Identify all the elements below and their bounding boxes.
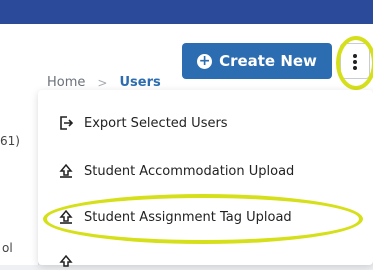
menu-item-label: Student Accommodation Upload xyxy=(84,163,295,179)
menu-item-label: Export Selected Users xyxy=(84,115,228,131)
highlight-circle-annotation xyxy=(336,36,373,90)
menu-item-student-accommodation-upload[interactable]: Student Accommodation Upload xyxy=(58,163,294,179)
user-list-fragment: 61) ol xyxy=(0,100,39,265)
create-new-label: Create New xyxy=(219,52,317,70)
breadcrumb-users-link[interactable]: Users xyxy=(119,75,160,90)
create-new-button[interactable]: + Create New xyxy=(182,43,332,79)
cut-text-fragment: ol xyxy=(2,241,13,255)
menu-item-export-selected-users[interactable]: Export Selected Users xyxy=(58,115,228,131)
highlight-ellipse-annotation xyxy=(43,194,363,244)
plus-circle-icon: + xyxy=(197,52,213,69)
breadcrumb: Home > Users xyxy=(47,75,161,90)
upload-icon xyxy=(59,163,73,178)
menu-item-partial[interactable] xyxy=(58,254,84,270)
breadcrumb-home-link[interactable]: Home xyxy=(47,75,85,90)
export-icon xyxy=(60,116,74,130)
top-bar xyxy=(0,0,373,24)
upload-icon xyxy=(59,254,73,267)
count-fragment: 61) xyxy=(0,134,20,148)
breadcrumb-separator: > xyxy=(97,75,108,90)
